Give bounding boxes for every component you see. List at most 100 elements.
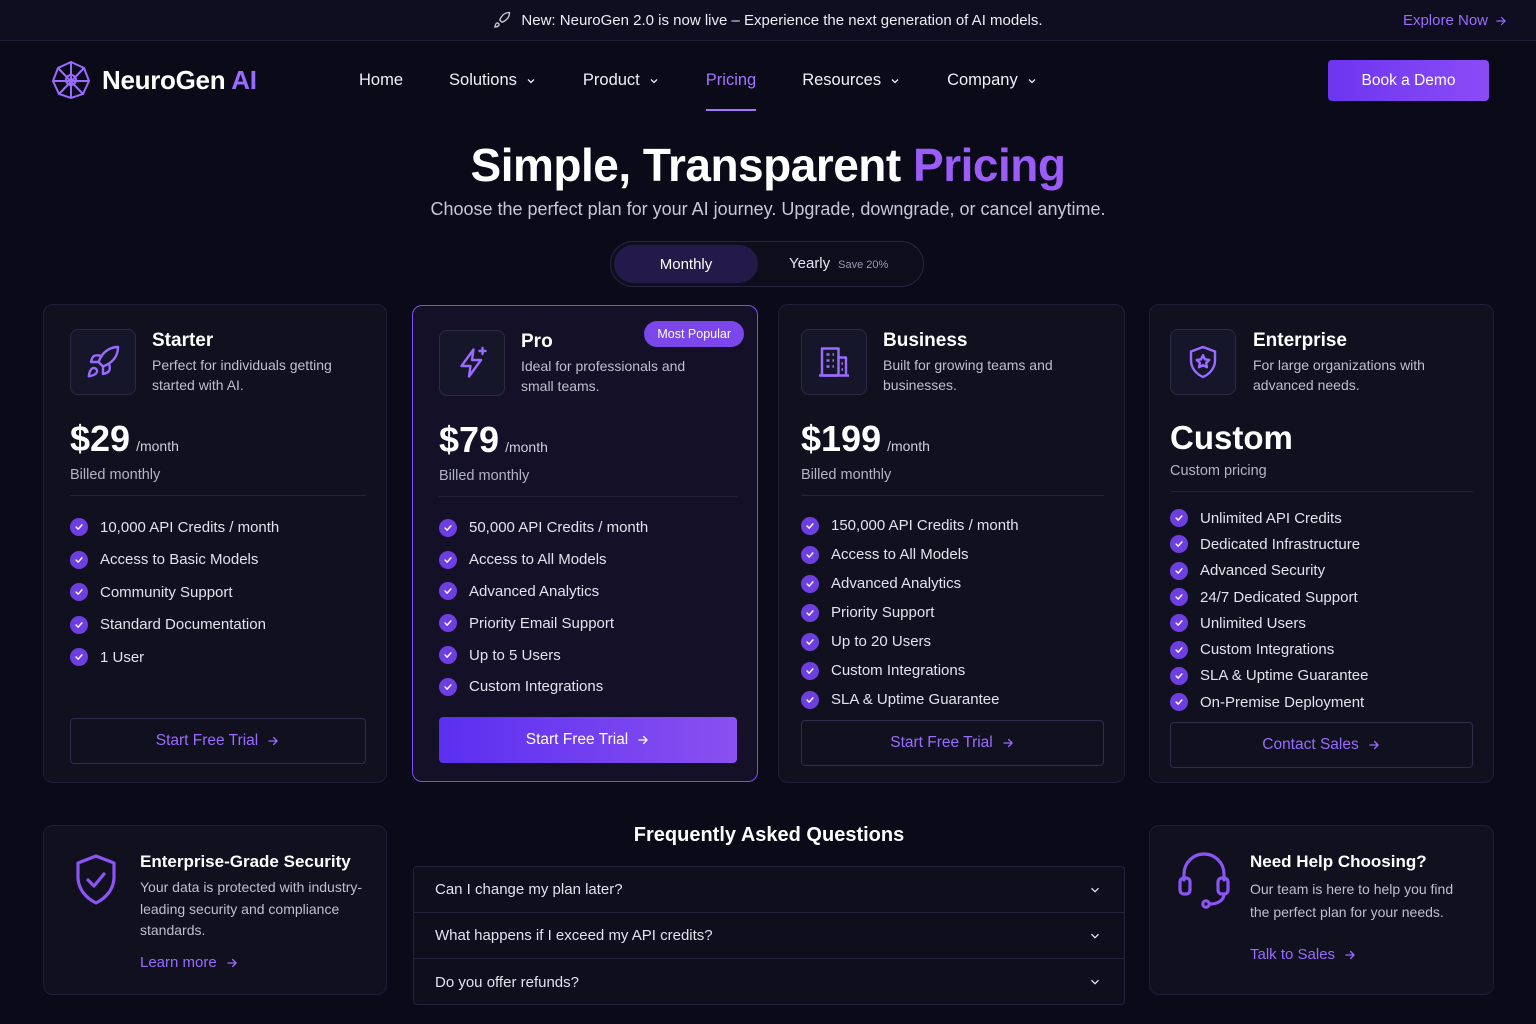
start-free-trial-button[interactable]: Start Free Trial — [801, 720, 1104, 766]
check-icon — [70, 518, 88, 537]
cta-label: Start Free Trial — [155, 732, 259, 749]
feature-item: Access to All Models — [439, 544, 648, 576]
feature-list: 10,000 API Credits / month Access to Basi… — [70, 511, 279, 674]
announcement-text: New: NeuroGen 2.0 is now live – Experien… — [521, 11, 1043, 29]
plan-description: Built for growing teams and businesses. — [883, 357, 1053, 393]
page-subtitle: Choose the perfect plan for your AI jour… — [430, 199, 1106, 219]
explore-now-label: Explore Now — [1402, 12, 1488, 29]
nav-company[interactable]: Company — [947, 71, 1038, 90]
faq-item[interactable]: Can I change my plan later? — [414, 867, 1124, 913]
nav-home[interactable]: Home — [359, 71, 403, 90]
arrow-right-icon — [638, 735, 649, 745]
feature-item: Priority Support — [801, 598, 1019, 627]
start-free-trial-button[interactable]: Start Free Trial — [439, 717, 737, 763]
price-amount: $79 — [439, 419, 500, 460]
plan-description: For large organizations with advanced ne… — [1253, 357, 1425, 393]
faq-question: Do you offer refunds? — [435, 973, 579, 991]
feature-label: Custom Integrations — [469, 678, 604, 696]
explore-now-link[interactable]: Explore Now — [1403, 12, 1508, 29]
plan-price: $29 /month — [70, 418, 179, 460]
check-icon — [1170, 535, 1188, 554]
check-icon — [1170, 693, 1188, 712]
feature-label: 1 User — [100, 648, 145, 666]
contact-sales-button[interactable]: Contact Sales — [1170, 722, 1473, 768]
chevron-down-icon — [1028, 78, 1036, 83]
feature-item: 10,000 API Credits / month — [70, 511, 279, 544]
check-icon — [801, 574, 819, 593]
plan-name: Business — [883, 330, 968, 351]
start-free-trial-button[interactable]: Start Free Trial — [70, 718, 366, 764]
feature-label: On-Premise Deployment — [1200, 693, 1365, 711]
talk-to-sales-link[interactable]: Talk to Sales — [1250, 946, 1357, 963]
nav-product[interactable]: Product — [583, 71, 660, 90]
plan-description: Perfect for individuals getting started … — [152, 357, 332, 393]
feature-label: Priority Support — [831, 604, 935, 621]
learn-more-link[interactable]: Learn more — [140, 954, 239, 971]
check-icon — [801, 545, 819, 564]
feature-label: Standard Documentation — [100, 616, 266, 634]
divider — [439, 496, 737, 497]
chevron-down-icon — [527, 78, 535, 83]
plan-name: Enterprise — [1253, 330, 1347, 351]
faq-item[interactable]: What happens if I exceed my API credits? — [414, 913, 1124, 959]
nav-pricing[interactable]: Pricing — [705, 71, 757, 111]
feature-item: Up to 20 Users — [801, 627, 1019, 656]
feature-item: 24/7 Dedicated Support — [1170, 584, 1368, 610]
logo-text: NeuroGen AI — [102, 64, 257, 95]
plan-price: $199 /month — [801, 418, 930, 460]
most-popular-badge: Most Popular — [644, 321, 744, 347]
faq-item[interactable]: Do you offer refunds? — [414, 959, 1124, 1004]
chevron-down-icon — [650, 78, 658, 83]
rocket-icon — [494, 11, 511, 28]
nav-solutions[interactable]: Solutions — [449, 71, 537, 90]
feature-item: Advanced Analytics — [439, 576, 648, 608]
divider — [801, 495, 1104, 496]
logo[interactable]: NeuroGen AI — [50, 59, 257, 101]
book-demo-button[interactable]: Book a Demo — [1328, 60, 1489, 101]
shield-check-icon — [76, 854, 116, 905]
feature-label: Priority Email Support — [469, 614, 615, 632]
cta-label: Start Free Trial — [525, 731, 629, 748]
check-icon — [1170, 640, 1188, 659]
main-nav: NeuroGen AI Home Solutions Product Prici… — [0, 41, 1536, 121]
building-icon — [819, 347, 849, 377]
feature-item: 50,000 API Credits / month — [439, 512, 648, 544]
chevron-down-icon — [1091, 887, 1099, 893]
plan-card-starter: Starter Perfect for individuals getting … — [43, 304, 387, 783]
feature-label: Advanced Security — [1200, 562, 1326, 580]
toggle-monthly[interactable]: Monthly — [614, 245, 758, 283]
security-panel: Enterprise-Grade Security Your data is p… — [43, 825, 387, 995]
plan-description: Ideal for professionals and small teams. — [521, 358, 686, 394]
billing-note: Billed monthly — [801, 467, 892, 483]
arrow-right-icon — [1003, 738, 1013, 748]
feature-item: Standard Documentation — [70, 609, 279, 642]
check-icon — [439, 518, 457, 537]
chevron-down-icon — [1091, 933, 1099, 939]
feature-label: Custom Integrations — [1200, 641, 1335, 659]
feature-list: 50,000 API Credits / month Access to All … — [439, 512, 648, 703]
toggle-yearly[interactable]: Yearly Save 20% — [789, 255, 888, 272]
feature-item: Up to 5 Users — [439, 639, 648, 671]
page-title: Simple, Transparent Pricing — [470, 139, 1066, 191]
shield-star-icon — [1189, 345, 1217, 379]
feature-item: Priority Email Support — [439, 607, 648, 639]
price-unit: /month — [887, 438, 930, 454]
faq-list: Can I change my plan later? What happens… — [413, 866, 1125, 1005]
feature-label: 24/7 Dedicated Support — [1200, 588, 1358, 606]
feature-label: SLA & Uptime Guarantee — [831, 691, 1000, 708]
check-icon — [439, 550, 457, 569]
price-amount: $199 — [801, 418, 882, 459]
feature-label: Advanced Analytics — [469, 582, 600, 600]
feature-label: Community Support — [100, 583, 233, 601]
help-title: Need Help Choosing? — [1250, 852, 1427, 871]
nav-resources[interactable]: Resources — [802, 71, 901, 90]
divider — [1170, 491, 1473, 492]
chevron-down-icon — [891, 78, 899, 83]
feature-label: Unlimited Users — [1200, 614, 1306, 632]
check-icon — [801, 661, 819, 680]
billing-toggle: Monthly Yearly Save 20% — [610, 241, 924, 287]
billing-note: Billed monthly — [70, 467, 161, 483]
arrow-right-icon — [268, 736, 279, 746]
feature-item: 1 User — [70, 641, 279, 674]
faq-question: Can I change my plan later? — [435, 881, 623, 898]
